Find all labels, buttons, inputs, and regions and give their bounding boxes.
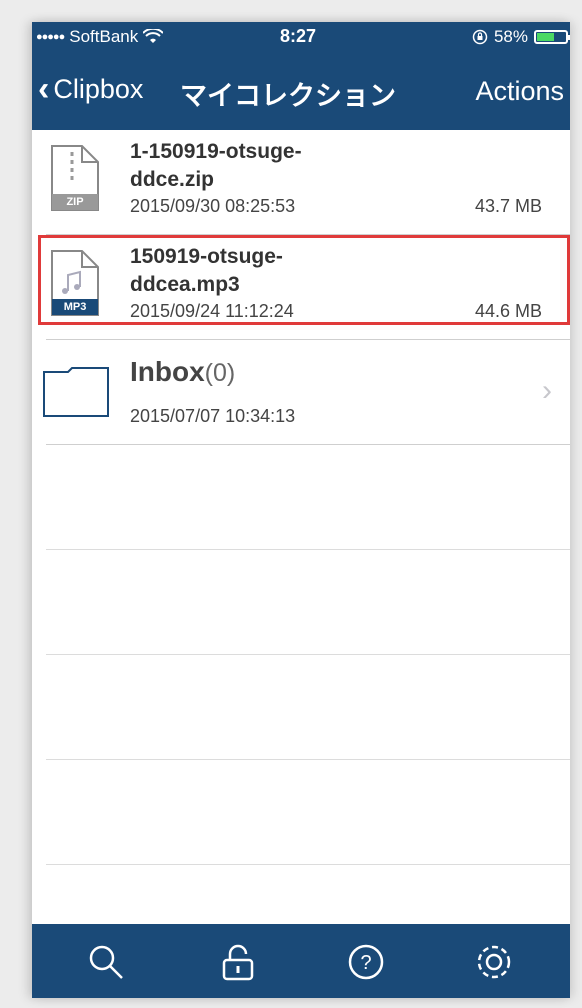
file-type-label: ZIP [66,196,84,208]
status-time: 8:27 [280,26,317,46]
file-name: 1-150919-otsuge- ddce.zip [130,138,302,194]
status-bar: ●●●●● SoftBank 8:27 58% [32,22,570,50]
file-name-line2: ddcea.mp3 [130,273,240,296]
gear-icon[interactable] [474,942,514,982]
file-row-selected[interactable]: MP3 150919-otsuge- ddcea.mp3 2015/09/24 … [38,235,570,340]
file-name-line1: 150919-otsuge- [130,245,283,268]
file-size: 44.6 MB [474,301,542,321]
file-list: ZIP 1-150919-otsuge- ddce.zip 2015/09/30… [32,130,570,865]
status-left: ●●●●● SoftBank [36,27,164,47]
zip-file-icon: ZIP [48,144,100,217]
empty-row [46,445,570,550]
empty-row [46,655,570,760]
status-right: 58% [472,27,570,47]
signal-dots: ●●●●● [36,31,65,43]
rotation-lock-icon [472,29,488,45]
back-button[interactable]: ‹ Clipbox [38,72,143,106]
file-name-line2: ddce.zip [130,168,215,191]
phone-screen: ●●●●● SoftBank 8:27 58% ‹ Clipbox マイコレクシ… [32,22,570,998]
empty-row [46,760,570,865]
svg-text:?: ? [360,952,371,974]
wifi-icon [143,29,164,43]
file-type-label: MP3 [63,301,87,313]
file-name-line1: 1-150919-otsuge- [130,140,302,163]
navigation-bar: ‹ Clipbox マイコレクション Actions [32,50,570,130]
chevron-left-icon: ‹ [38,70,50,108]
folder-icon [42,366,110,423]
file-date: 2015/09/24 11:12:24 [130,301,294,321]
battery-percent: 58% [493,27,528,46]
back-button-label: Clipbox [53,73,144,104]
chevron-right-icon: › [542,374,552,407]
actions-button[interactable]: Actions [475,76,564,107]
folder-title: Inbox [130,356,205,387]
file-row[interactable]: ZIP 1-150919-otsuge- ddce.zip 2015/09/30… [46,130,570,235]
carrier-name: SoftBank [69,27,139,46]
file-name: 150919-otsuge- ddcea.mp3 [130,243,283,299]
tab-bar: ? [32,924,570,998]
empty-row [46,550,570,655]
file-size: 43.7 MB [474,196,542,216]
folder-date: 2015/07/07 10:34:13 [130,406,296,426]
lock-icon[interactable] [218,942,258,982]
battery-icon [534,30,570,44]
mp3-file-icon: MP3 [48,249,100,322]
page-title: マイコレクション [180,81,396,111]
search-icon[interactable] [86,942,126,982]
help-icon[interactable]: ? [346,942,386,982]
file-date: 2015/09/30 08:25:53 [130,196,296,216]
folder-row-inbox[interactable]: Inbox(0) 2015/07/07 10:34:13 › [43,340,570,445]
folder-name: Inbox(0) [130,356,236,388]
folder-count: (0) [204,359,236,387]
